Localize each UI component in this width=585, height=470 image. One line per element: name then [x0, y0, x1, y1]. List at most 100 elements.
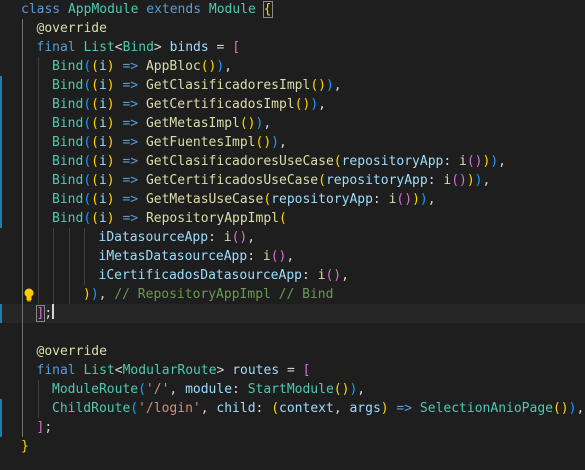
- code-line[interactable]: ];: [0, 304, 585, 323]
- code-token: ): [271, 135, 279, 150]
- code-line[interactable]: iDatasourceApp: i(),: [0, 228, 585, 247]
- code-line[interactable]: ChildRoute('/login', child: (context, ar…: [0, 399, 585, 418]
- code-token: AppModule: [67, 2, 147, 17]
- indent-guide: [22, 228, 23, 247]
- code-token: i: [443, 173, 452, 188]
- code-line[interactable]: Bind((i) => GetClasificadoresImpl()),: [0, 76, 585, 95]
- code-token: (: [91, 59, 99, 74]
- indent-guide: [68, 285, 70, 304]
- code-line[interactable]: iMetasDatasourceApp: i(),: [0, 247, 585, 266]
- indent-guide: [22, 57, 23, 76]
- git-change-marker: [0, 209, 2, 228]
- code-text: ChildRoute('/login', child: (context, ar…: [52, 399, 584, 418]
- indent-guide: [68, 266, 70, 285]
- code-line[interactable]: Bind((i) => GetMetasImpl()),: [0, 114, 585, 133]
- indent-guide: [68, 247, 70, 266]
- code-token: ;: [44, 306, 53, 321]
- code-line[interactable]: Bind((i) => GetCertificadosImpl()),: [0, 95, 585, 114]
- code-token: ,: [576, 401, 585, 416]
- code-line[interactable]: Bind((i) => GetFuentesImpl()),: [0, 133, 585, 152]
- code-token: Bind: [52, 135, 84, 150]
- code-line[interactable]: [0, 323, 585, 342]
- code-line[interactable]: final List<ModularRoute> routes = [: [0, 361, 585, 380]
- code-token: GetMetasUseCase: [145, 192, 264, 207]
- code-token: GetClasificadoresUseCase: [145, 154, 334, 169]
- code-token: (): [333, 382, 350, 397]
- code-token: Bind: [52, 97, 84, 112]
- indent-guide: [22, 76, 23, 95]
- indent-guide: [22, 190, 23, 209]
- code-text: )), // RepositoryAppImpl // Bind: [83, 285, 333, 304]
- code-token: =>: [114, 78, 146, 93]
- code-line[interactable]: ];: [0, 418, 585, 437]
- code-line[interactable]: Bind((i) => GetCertificadosUseCase(repos…: [0, 171, 585, 190]
- code-text: iCertificadosDatasourceApp: i(),: [99, 266, 349, 285]
- indent-guide: [22, 304, 23, 323]
- code-line[interactable]: Bind((i) => GetClasificadoresUseCase(rep…: [0, 152, 585, 171]
- git-change-marker: [0, 190, 2, 209]
- code-token: =>: [388, 401, 420, 416]
- code-token: Bind: [52, 192, 84, 207]
- code-token: ): [419, 192, 428, 207]
- indent-guide: [84, 266, 85, 285]
- git-change-marker: [0, 95, 2, 114]
- code-line[interactable]: ModuleRoute('/', module: StartModule()),: [0, 380, 585, 399]
- code-text: iMetasDatasourceApp: i(),: [99, 247, 295, 266]
- indent-guide: [37, 380, 39, 399]
- git-change-marker: [0, 76, 2, 95]
- code-token: ModuleRoute: [52, 382, 139, 397]
- code-token: Bind: [52, 173, 84, 188]
- code-text: final List<Bind> binds = [: [37, 38, 241, 57]
- code-line[interactable]: Bind((i) => AppBloc()),: [0, 57, 585, 76]
- code-token: Bind: [52, 211, 84, 226]
- indent-guide: [37, 133, 39, 152]
- code-token: ): [490, 154, 499, 169]
- code-token: class: [21, 2, 68, 17]
- code-text: ];: [35, 304, 55, 323]
- git-change-marker: [0, 304, 2, 323]
- code-token: (): [294, 97, 311, 112]
- code-token: (: [83, 97, 92, 112]
- code-token: ,: [482, 173, 491, 188]
- code-token: final: [36, 363, 84, 378]
- code-token: ,: [247, 230, 256, 245]
- code-token: ChildRoute: [52, 401, 131, 416]
- code-token: ,: [318, 97, 326, 112]
- code-token: (): [466, 154, 483, 169]
- lightbulb-icon[interactable]: [22, 287, 36, 302]
- code-line[interactable]: @override: [0, 19, 585, 38]
- code-line[interactable]: iCertificadosDatasourceApp: i(),: [0, 266, 585, 285]
- code-token: :: [372, 192, 389, 207]
- code-line[interactable]: final List<Bind> binds = [: [0, 38, 585, 57]
- code-token: (: [83, 211, 92, 226]
- code-line[interactable]: Bind((i) => RepositoryAppImpl(: [0, 209, 585, 228]
- code-token: ): [310, 97, 319, 112]
- code-token: =>: [114, 97, 146, 112]
- code-text: Bind((i) => GetClasificadoresUseCase(rep…: [52, 152, 506, 171]
- code-token: ,: [333, 401, 350, 416]
- code-token: repositoryApp: [271, 192, 373, 207]
- code-line[interactable]: )), // RepositoryAppImpl // Bind: [0, 285, 585, 304]
- code-token: (): [310, 78, 326, 93]
- code-text: Bind((i) => AppBloc()),: [52, 57, 232, 76]
- indent-guide: [37, 114, 39, 133]
- code-token: ): [412, 192, 420, 207]
- code-token: :: [208, 230, 224, 245]
- code-token: ): [106, 173, 115, 188]
- git-change-marker: [0, 152, 2, 171]
- indent-guide: [22, 209, 23, 228]
- indent-guide: [53, 228, 54, 247]
- code-line[interactable]: class AppModule extends Module {: [0, 0, 585, 19]
- indent-guide: [53, 266, 54, 285]
- code-line[interactable]: @override: [0, 342, 585, 361]
- code-line[interactable]: }: [0, 437, 585, 456]
- indent-guide: [68, 228, 70, 247]
- code-line[interactable]: Bind((i) => GetMetasUseCase(repositoryAp…: [0, 190, 585, 209]
- indent-guide: [37, 228, 39, 247]
- indent-guide: [37, 247, 39, 266]
- code-editor[interactable]: class AppModule extends Module {@overrid…: [0, 0, 585, 470]
- code-token: :: [302, 268, 318, 283]
- code-token: {: [262, 1, 273, 18]
- code-token: (: [91, 192, 99, 207]
- indent-guide: [22, 399, 23, 418]
